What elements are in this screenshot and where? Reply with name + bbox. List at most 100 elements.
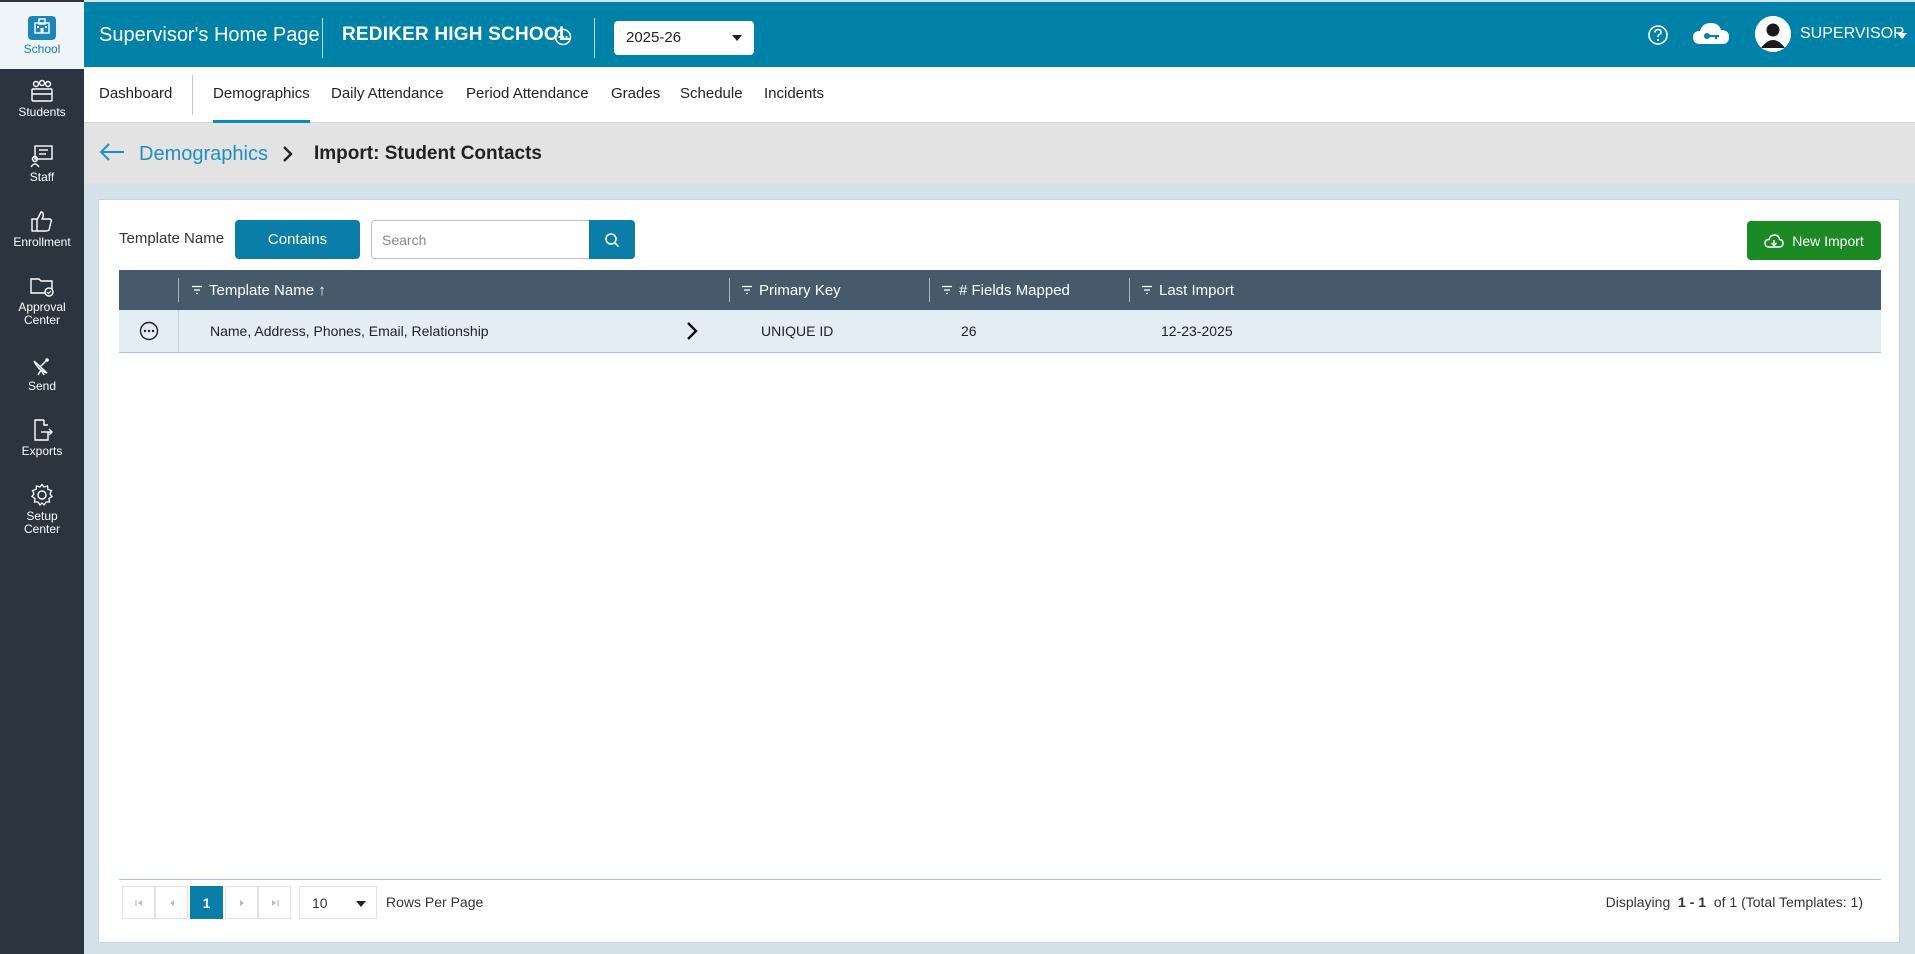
row-separator <box>178 310 179 352</box>
cell-last-import: 12-23-2025 <box>1161 323 1233 339</box>
staff-icon <box>30 145 53 168</box>
search-icon <box>605 232 620 247</box>
next-page-icon <box>239 899 244 906</box>
display-range: 1 - 1 <box>1678 894 1707 910</box>
school-year-value: 2025-26 <box>626 29 682 46</box>
tab-demographics[interactable]: Demographics <box>213 85 310 123</box>
rail-item-enrollment[interactable]: Enrollment <box>0 209 84 249</box>
nav-divider <box>192 75 193 115</box>
chevron-right-icon <box>687 322 698 340</box>
chevron-down-icon <box>356 901 366 907</box>
gear-icon <box>31 483 53 507</box>
user-chevron-down-icon[interactable] <box>1897 33 1907 39</box>
rail-label-send: Send <box>27 379 57 393</box>
filter-mode-button[interactable]: Contains <box>235 220 360 259</box>
new-import-button[interactable]: New Import <box>1747 221 1881 260</box>
display-total-pages: 1 <box>1729 894 1738 910</box>
column-primary-key[interactable]: Primary Key <box>741 270 841 310</box>
breadcrumb: Demographics Import: Student Contacts <box>84 123 1915 183</box>
prev-page-button[interactable] <box>155 886 188 919</box>
tab-grades[interactable]: Grades <box>611 85 660 123</box>
back-arrow-icon[interactable] <box>98 142 126 162</box>
rail-item-students[interactable]: Students <box>0 79 84 119</box>
school-name[interactable]: REDIKER HIGH SCHOOL <box>342 24 571 46</box>
school-icon <box>28 15 56 40</box>
rail-label-students: Students <box>18 105 66 119</box>
left-rail: School Students Staff Enrollment Approva… <box>0 0 84 954</box>
last-page-icon <box>271 899 279 906</box>
rail-label-exports: Exports <box>21 444 63 458</box>
folder-check-icon <box>30 278 54 297</box>
column-last-import-label: Last Import <box>1159 281 1235 299</box>
search-input[interactable] <box>371 220 589 259</box>
display-prefix: Displaying <box>1605 894 1671 910</box>
row-expand[interactable] <box>685 310 699 352</box>
rail-label-setup-2: Center <box>23 522 61 536</box>
rail-item-setup-center[interactable]: Setup Center <box>0 483 84 536</box>
avatar[interactable] <box>1755 16 1791 52</box>
cell-fields-mapped: 26 <box>961 323 977 339</box>
display-of: of <box>1713 894 1726 910</box>
more-options-icon[interactable] <box>554 28 572 46</box>
row-actions[interactable] <box>139 310 159 352</box>
cell-primary-key: UNIQUE ID <box>761 323 834 339</box>
rail-item-exports[interactable]: Exports <box>0 418 84 458</box>
module-nav: Dashboard Demographics Daily Attendance … <box>84 67 1915 123</box>
tab-schedule[interactable]: Schedule <box>680 85 743 123</box>
prev-page-icon <box>169 899 174 906</box>
column-fields-mapped-label: # Fields Mapped <box>959 281 1070 299</box>
pager: 1 10 Rows Per Page Displaying 1 - 1 of 1… <box>119 879 1881 925</box>
students-icon <box>31 79 53 102</box>
chevron-right-icon <box>283 146 293 162</box>
user-menu[interactable]: SUPERVISOR <box>1800 25 1905 43</box>
rail-item-send[interactable]: Send <box>0 353 84 393</box>
rail-label-staff: Staff <box>29 170 55 184</box>
column-separator <box>178 278 179 302</box>
next-page-button[interactable] <box>225 886 258 919</box>
table-row[interactable]: Name, Address, Phones, Email, Relationsh… <box>119 310 1881 353</box>
breadcrumb-current: Import: Student Contacts <box>314 143 542 164</box>
rail-item-school[interactable]: School <box>0 2 84 69</box>
more-options-icon <box>139 321 159 341</box>
new-import-label: New Import <box>1792 232 1864 249</box>
cell-template-name: Name, Address, Phones, Email, Relationsh… <box>210 323 489 339</box>
header-divider <box>322 18 323 58</box>
cloud-key-icon[interactable] <box>1691 20 1733 48</box>
rail-item-approval-center[interactable]: Approval Center <box>0 274 84 327</box>
grid-empty-area <box>119 353 1881 880</box>
school-year-select[interactable]: 2025-26 <box>614 21 754 55</box>
help-icon[interactable] <box>1647 24 1669 46</box>
breadcrumb-demographics-link[interactable]: Demographics <box>139 143 268 166</box>
templates-card: Template Name Contains New Import Templa… <box>98 199 1900 943</box>
tab-incidents[interactable]: Incidents <box>764 85 824 123</box>
column-separator <box>929 278 930 302</box>
rail-item-staff[interactable]: Staff <box>0 144 84 184</box>
column-separator <box>729 278 730 302</box>
cloud-upload-icon <box>1764 233 1784 248</box>
filter-label: Template Name <box>119 230 225 247</box>
column-fields-mapped[interactable]: # Fields Mapped <box>941 270 1070 310</box>
column-primary-key-label: Primary Key <box>759 281 841 299</box>
column-template-name[interactable]: Template Name ↑ <box>191 270 326 310</box>
first-page-button[interactable] <box>122 886 155 919</box>
rail-label-school: School <box>23 41 61 56</box>
filter-icon <box>942 285 952 295</box>
rows-per-page-select[interactable]: 10 <box>299 886 377 919</box>
user-avatar-icon <box>1755 16 1791 52</box>
export-icon <box>34 419 53 441</box>
display-total: (Total Templates: 1) <box>1741 894 1863 910</box>
column-last-import[interactable]: Last Import <box>1141 270 1234 310</box>
search-button[interactable] <box>589 220 635 259</box>
tab-dashboard[interactable]: Dashboard <box>99 85 172 123</box>
tab-period-attendance[interactable]: Period Attendance <box>466 85 589 123</box>
display-info: Displaying 1 - 1 of 1 (Total Templates: … <box>1606 894 1863 910</box>
rows-per-page-label: Rows Per Page <box>386 894 484 910</box>
rail-label-approval-2: Center <box>23 313 61 327</box>
page-button-current[interactable]: 1 <box>190 886 223 919</box>
top-bar: Supervisor's Home Page REDIKER HIGH SCHO… <box>84 2 1915 67</box>
tab-daily-attendance[interactable]: Daily Attendance <box>331 85 444 123</box>
rail-label-enrollment: Enrollment <box>13 235 71 249</box>
filter-icon <box>1142 285 1152 295</box>
chevron-down-icon <box>732 35 742 41</box>
last-page-button[interactable] <box>258 886 291 919</box>
